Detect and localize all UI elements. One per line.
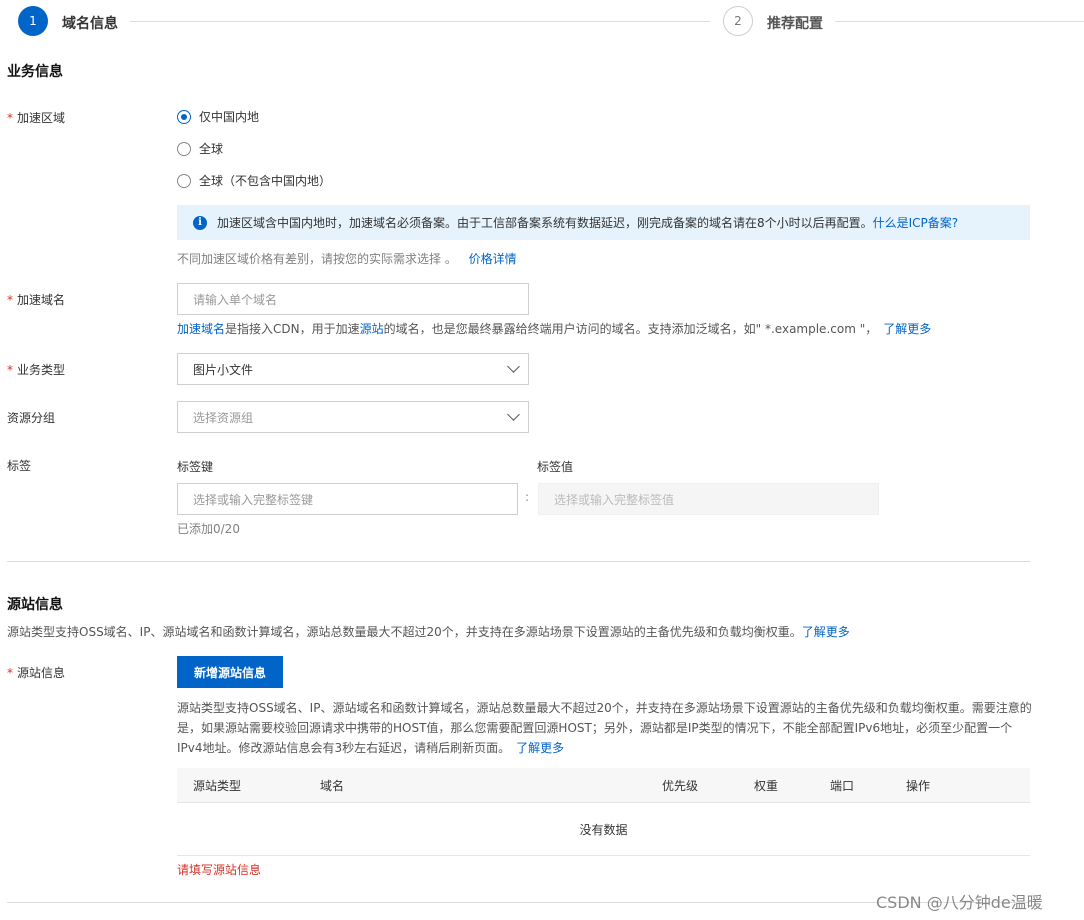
origin-help-learn-more-link[interactable]: 了解更多 [516,741,564,755]
step-2-number: 2 [734,14,742,28]
chevron-down-icon [507,408,520,421]
tag-key-input[interactable]: 选择或输入完整标签键 [177,483,518,515]
icp-info-banner: i 加速区域含中国内地时，加速域名必须备案。由于工信部备案系统有数据延迟，刚完成… [177,205,1030,240]
tag-separator: : [525,490,530,504]
business-type-label: * 业务类型 [7,363,66,377]
business-section-title: 业务信息 [7,64,63,80]
resource-group-label: 资源分组 [7,411,56,425]
tag-count: 已添加0/20 [177,522,240,536]
table-bottom-divider [177,855,1030,856]
radio-unchecked-icon [177,173,191,188]
add-origin-button[interactable]: 新增源站信息 [177,656,283,688]
business-type-select[interactable]: 图片小文件 [177,353,529,385]
chevron-down-icon [507,360,520,373]
radio-checked-icon [177,109,191,124]
table-empty-text: 没有数据 [579,823,628,837]
origin-section-title: 源站信息 [7,597,63,613]
col-origin-type: 源站类型 [193,779,242,793]
domain-learn-more-link[interactable]: 了解更多 [883,322,931,336]
domain-help: 加速域名是指接入CDN，用于加速源站的域名，也是您最终暴露给终端用户访问的域名。… [177,322,932,336]
radio-global-excl-mainland[interactable]: 全球（不包含中国内地） [177,172,331,189]
tags-label: 标签 [7,459,32,473]
origin-error-text: 请填写源站信息 [177,863,262,877]
step-trailing-line [835,21,1084,22]
accel-region-label: * 加速区域 [7,111,66,125]
step-1-indicator: 1 [18,6,48,36]
origin-field-label: * 源站信息 [7,666,66,680]
radio-global[interactable]: 全球 [177,140,223,157]
origin-help-link[interactable]: 源站 [360,322,384,336]
col-port: 端口 [830,779,855,793]
col-actions: 操作 [906,779,931,793]
tag-key-label: 标签键 [177,460,214,474]
resource-group-select[interactable]: 选择资源组 [177,401,529,433]
tag-value-label: 标签值 [537,460,574,474]
step-2-indicator: 2 [723,6,753,36]
price-note: 不同加速区域价格有差别，请按您的实际需求选择 。 价格详情 [177,252,517,266]
info-icon: i [193,215,207,230]
icp-link[interactable]: 什么是ICP备案? [873,214,959,231]
step-2-title: 推荐配置 [767,16,823,32]
tag-value-input[interactable]: 选择或输入完整标签值 [538,483,879,515]
price-detail-link[interactable]: 价格详情 [469,252,517,266]
origin-table-header: 源站类型 域名 优先级 权重 端口 操作 [177,768,1030,802]
watermark-text: CSDN @八分钟de温暖 [876,893,1043,912]
radio-unchecked-icon [177,141,191,156]
col-weight: 权重 [754,779,779,793]
table-header-divider [177,802,1030,803]
step-connector [130,21,710,22]
domain-label: * 加速域名 [7,293,66,307]
col-domain: 域名 [320,779,345,793]
domain-input[interactable]: 请输入单个域名 [177,283,529,315]
origin-help: 源站类型支持OSS域名、IP、源站域名和函数计算域名，源站总数量最大不超过20个… [177,701,1032,755]
origin-section-desc: 源站类型支持OSS域名、IP、源站域名和函数计算域名，源站总数量最大不超过20个… [7,625,850,639]
col-priority: 优先级 [662,779,699,793]
section-divider [7,561,1030,562]
origin-desc-learn-more-link[interactable]: 了解更多 [802,625,850,639]
domain-help-link[interactable]: 加速域名 [177,322,225,336]
step-1-title: 域名信息 [62,16,118,32]
step-1-number: 1 [29,14,37,28]
radio-china-mainland[interactable]: 仅中国内地 [177,108,259,125]
